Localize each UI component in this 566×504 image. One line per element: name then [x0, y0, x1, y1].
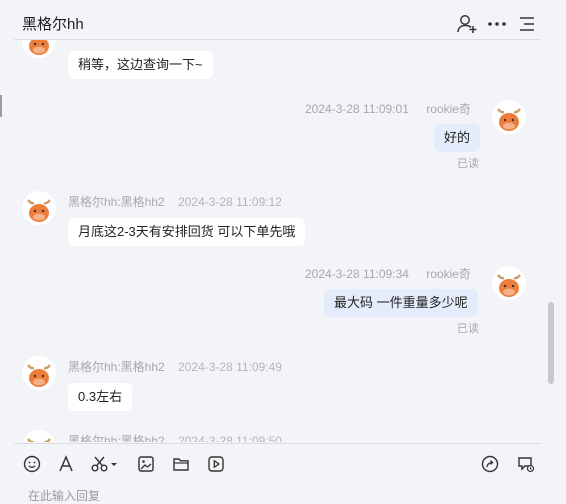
share-icon[interactable]	[480, 454, 500, 474]
menu-list-icon[interactable]	[516, 13, 538, 35]
message-meta: 黑格尔hh:黑格hh2 2024-3-28 11:09:50	[68, 432, 282, 442]
folder-icon[interactable]	[171, 454, 191, 474]
video-icon[interactable]	[206, 454, 226, 474]
add-contact-icon[interactable]	[456, 13, 478, 35]
chat-title: 黑格尔hh	[22, 16, 84, 33]
message-bubble[interactable]: 稍等，这边查询一下~	[68, 51, 213, 79]
message-bubble[interactable]: 最大码 一件重量多少呢	[324, 289, 478, 317]
message-time: 2024-3-28 11:09:01	[305, 102, 409, 116]
message-time: 2024-3-28 11:09:49	[178, 360, 282, 374]
scrollbar-thumb[interactable]	[548, 302, 554, 384]
read-status: 已读	[457, 323, 479, 335]
sender-name: rookie奇	[426, 267, 471, 281]
message-time: 2024-3-28 11:09:12	[178, 195, 282, 209]
scissors-icon[interactable]	[90, 454, 120, 474]
message-time: 2024-3-28 11:09:50	[178, 434, 282, 442]
avatar[interactable]	[492, 266, 526, 300]
message-meta: 黑格尔hh:黑格hh2 2024-3-28 11:09:49	[68, 358, 282, 375]
message-time: 2024-3-28 11:09:34	[305, 267, 409, 281]
font-icon[interactable]	[56, 454, 76, 474]
sender-name: 黑格尔hh:黑格hh2	[68, 434, 165, 442]
message-bubble[interactable]: 月底这2-3天有安排回货 可以下单先哦	[68, 218, 306, 246]
chat-header: 黑格尔hh	[0, 0, 566, 40]
avatar[interactable]	[22, 40, 56, 58]
avatar[interactable]	[22, 191, 56, 225]
message-meta: 2024-3-28 11:09:01 rookie奇	[305, 100, 471, 117]
image-icon[interactable]	[136, 454, 156, 474]
sender-name: 黑格尔hh:黑格hh2	[68, 195, 165, 209]
avatar[interactable]	[492, 100, 526, 134]
more-icon[interactable]	[486, 13, 508, 35]
message-list[interactable]: 稍等，这边查询一下~ 2024-3-28 11:09:01 rookie奇 好的…	[0, 40, 566, 442]
toolbar-divider	[14, 443, 540, 444]
message-bubble[interactable]: 0.3左右	[68, 383, 133, 411]
emoji-icon[interactable]	[22, 454, 42, 474]
chat-history-icon[interactable]	[516, 454, 536, 474]
reply-input[interactable]: 在此输入回复	[28, 487, 100, 504]
avatar[interactable]	[22, 430, 56, 442]
sender-name: rookie奇	[426, 102, 471, 116]
read-status: 已读	[457, 158, 479, 170]
sender-name: 黑格尔hh:黑格hh2	[68, 360, 165, 374]
message-bubble[interactable]: 好的	[434, 124, 481, 152]
message-meta: 2024-3-28 11:09:34 rookie奇	[305, 265, 471, 282]
message-meta: 黑格尔hh:黑格hh2 2024-3-28 11:09:12	[68, 193, 282, 210]
avatar[interactable]	[22, 356, 56, 390]
